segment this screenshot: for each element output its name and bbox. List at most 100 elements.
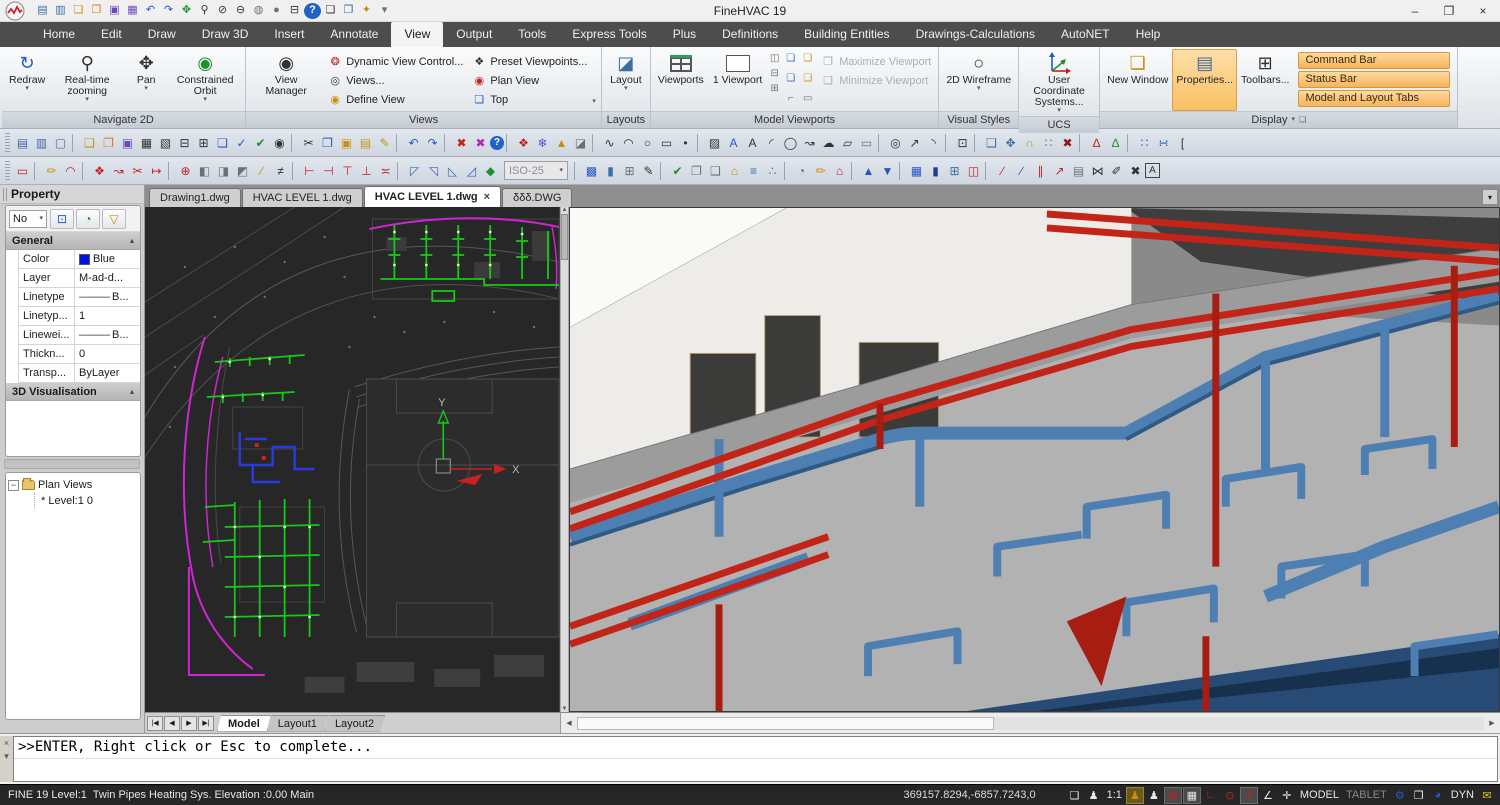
sep[interactable] [1079,134,1085,152]
sep[interactable] [168,162,174,180]
move-object-icon[interactable]: ✥ [1001,134,1020,152]
support-icon[interactable]: ✦ [358,3,375,19]
duct-pen-icon[interactable]: ✐ [1107,162,1126,180]
hatch-wall-icon[interactable]: ▩ [582,162,601,180]
pane-icon[interactable]: ⊞ [620,162,639,180]
dim-baseline-icon[interactable]: ⊤ [338,162,357,180]
sep[interactable] [851,162,857,180]
sep[interactable] [697,134,703,152]
point-icon[interactable]: • [676,134,695,152]
vp-new-icon[interactable]: ❏ [800,72,815,86]
view-manager-button[interactable]: ◉ View Manager [249,49,323,111]
palette-icon[interactable]: ❖ [514,134,533,152]
sep[interactable] [72,134,78,152]
property-panel-header[interactable]: Property [0,185,144,204]
redraw-button[interactable]: ↻ Redraw ▾ [5,49,49,111]
vp-polygonal-icon[interactable]: ⌐ [783,92,798,106]
vp-join-icon[interactable]: ❏ [783,52,798,66]
viewport-2d[interactable]: Y X [145,207,560,712]
scroll-right-icon[interactable]: ▶ [1484,719,1500,727]
status-bar-toggle[interactable]: Status Bar [1298,71,1450,88]
undo-icon[interactable]: ↶ [142,3,159,19]
dim-style-icon[interactable]: ≍ [376,162,395,180]
fitting-icon[interactable]: ⋈ [1088,162,1107,180]
command-close-icon[interactable]: × [4,738,9,748]
window-icon[interactable]: ⊞ [945,162,964,180]
elevation-icon[interactable]: ⌂ [830,162,849,180]
dwg-tab-drawing1[interactable]: Drawing1.dwg [149,188,241,207]
customize-qat-icon[interactable]: ▾ [376,3,393,19]
pan-button[interactable]: ✥ Pan ▾ [125,49,167,111]
mtext-icon[interactable]: A [724,134,743,152]
annotation-monitor-icon[interactable]: ◕ [1429,787,1447,804]
viewport-3d[interactable] [569,207,1500,712]
tab-definitions[interactable]: Definitions [709,22,791,47]
arc-3p-icon[interactable]: ◜ [762,134,781,152]
vp-left-icon[interactable]: ◧ [195,162,214,180]
array-rect-icon[interactable]: ∷ [1135,134,1154,152]
fillet-arc-icon[interactable]: ◝ [924,134,943,152]
break-icon[interactable]: ≠ [271,162,290,180]
render-home-icon[interactable]: ⌂ [725,162,744,180]
maximize-viewport-item[interactable]: ❐ Maximize Viewport [817,52,935,71]
save-icon[interactable]: ▣ [106,3,123,19]
last-tab-button[interactable]: ▶| [198,716,214,731]
vp-corner-icon[interactable]: ◩ [233,162,252,180]
cut-icon[interactable]: ✂ [299,134,318,152]
first-tab-button[interactable]: |◀ [147,716,163,731]
property-row[interactable]: Transp... ByLayer [18,364,140,383]
slice-icon[interactable]: ∕ [252,162,271,180]
sep[interactable] [974,134,980,152]
sep[interactable] [506,134,512,152]
open-file-icon[interactable]: ❐ [99,134,118,152]
annotation-autoadd-icon[interactable]: ♟ [1145,787,1163,804]
tab-autonet[interactable]: AutoNET [1048,22,1123,47]
circle-2p-icon[interactable]: ◯ [781,134,800,152]
mview-2-icon[interactable]: ◹ [424,162,443,180]
tablet-label[interactable]: TABLET [1343,787,1390,804]
save-file-icon[interactable]: ▣ [118,134,137,152]
tab-output[interactable]: Output [443,22,505,47]
sep[interactable] [878,134,884,152]
tab-view[interactable]: View [391,22,443,47]
redo-icon[interactable]: ↷ [423,134,442,152]
tab-edit[interactable]: Edit [88,22,135,47]
tab-scroll-button[interactable]: ▾ [1482,189,1498,205]
new-file-icon[interactable]: ❏ [80,134,99,152]
delete-icon[interactable]: ✖ [452,134,471,152]
scrollbar-thumb[interactable] [561,214,568,260]
dim-linear-icon[interactable]: ⊢ [300,162,319,180]
dynamic-view-control-item[interactable]: ❂ Dynamic View Control... [324,52,467,71]
group-icon[interactable]: ⊡ [953,134,972,152]
door-icon[interactable]: ▮ [926,162,945,180]
dwg-tab-hvac-level-1b[interactable]: HVAC LEVEL 1.dwg × [364,186,501,207]
erase-x-icon[interactable]: ✖ [1126,162,1145,180]
bld-new-icon[interactable]: ▤ [34,3,51,19]
sep[interactable] [784,162,790,180]
workspace-icon[interactable]: ❐ [1410,787,1428,804]
panel-icon[interactable]: ▮ [601,162,620,180]
vertical-scrollbar[interactable]: ▲ ▼ [560,207,569,712]
one-viewport-button[interactable]: 1 Viewport [709,49,766,111]
pipe-return-icon[interactable]: ∕ [1012,162,1031,180]
section-header-3d-visualisation[interactable]: 3D Visualisation ▴ [6,383,140,401]
horizontal-scrollbar[interactable]: ◀ ▶ [561,713,1500,733]
properties-button[interactable]: ▤ Properties... [1172,49,1237,111]
tab-help[interactable]: Help [1123,22,1174,47]
toolbar-grip[interactable] [5,133,10,153]
mview-3-icon[interactable]: ◺ [443,162,462,180]
sketch-icon[interactable]: ✎ [639,162,658,180]
command-menu-icon[interactable]: ▾ [4,751,9,762]
vp-vertical-icon[interactable]: ◫ [767,52,782,66]
import-bcis-icon[interactable]: ▧ [156,134,175,152]
zoom-icon[interactable]: ⚲ [196,3,213,19]
constrained-orbit-button[interactable]: ◉ Constrained Orbit ▾ [168,49,242,111]
freeze-icon[interactable]: ❄ [533,134,552,152]
erase-icon[interactable]: ✖ [1058,134,1077,152]
layout-button[interactable]: ◪ Layout ▾ [605,49,647,111]
layer-tree-icon[interactable]: ∴ [763,162,782,180]
coordinates-readout[interactable]: 369157.8294,-6857.7243,0 [903,789,1035,801]
column-icon[interactable]: ◫ [964,162,983,180]
close-tab-icon[interactable]: × [484,187,490,207]
dwg-tab-ddd[interactable]: δδδ.DWG [502,188,572,207]
